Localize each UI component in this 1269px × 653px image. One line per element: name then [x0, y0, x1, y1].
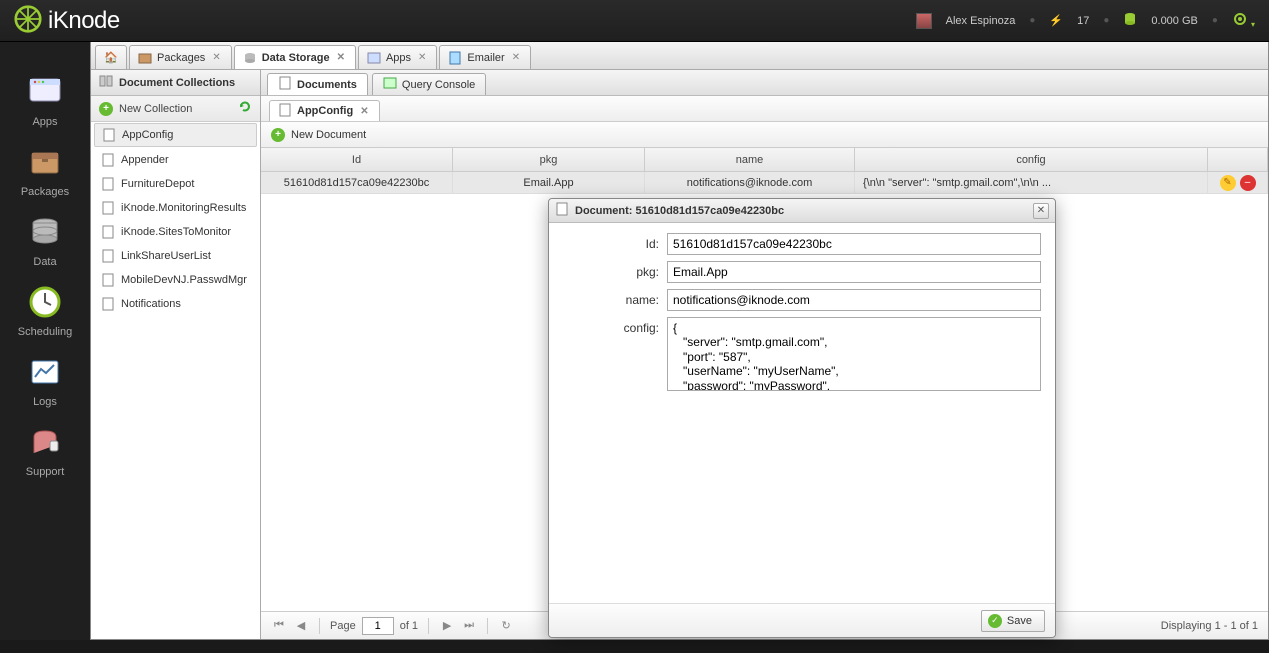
new-document-button[interactable]: New Document: [291, 129, 366, 141]
delete-icon[interactable]: –: [1240, 175, 1256, 191]
close-icon[interactable]: ✕: [1033, 203, 1049, 219]
apps-icon: [367, 51, 381, 65]
pager-refresh-icon[interactable]: ↻: [498, 618, 514, 634]
collections-panel: Document Collections + New Collection Ap…: [91, 70, 261, 639]
refresh-icon[interactable]: [238, 100, 252, 117]
add-icon: +: [271, 128, 285, 142]
avatar[interactable]: [916, 13, 932, 29]
document-editor-window: Document: 51610d81d157ca09e42230bc ✕ Id:…: [548, 198, 1056, 638]
db-icon: [243, 51, 257, 65]
collection-item[interactable]: iKnode.MonitoringResults: [91, 196, 260, 220]
pager-status: Displaying 1 - 1 of 1: [1161, 620, 1258, 632]
pager-last-icon[interactable]: ⏭: [461, 618, 477, 634]
logo[interactable]: iKnode: [14, 5, 120, 36]
footer: [0, 640, 1269, 653]
tab-home[interactable]: 🏠: [95, 45, 127, 69]
tab-close-icon[interactable]: ✕: [358, 106, 370, 117]
storage-icon: [1123, 12, 1137, 29]
rail-logs[interactable]: Logs: [25, 352, 65, 408]
documents-icon: [278, 76, 292, 93]
rail-packages[interactable]: Packages: [21, 142, 69, 198]
new-collection-button[interactable]: New Collection: [119, 103, 192, 115]
home-icon: 🏠: [104, 51, 118, 65]
tab-packages[interactable]: Packages ✕: [129, 45, 232, 69]
storage-amount: 0.000 GB: [1151, 15, 1197, 27]
config-field[interactable]: { "server": "smtp.gmail.com", "port": "5…: [667, 317, 1041, 391]
user-area: Alex Espinoza ● ⚡ 17 ● 0.000 GB ● ▾: [916, 11, 1255, 30]
pager-next-icon[interactable]: ▶: [439, 618, 455, 634]
pager-first-icon[interactable]: ⏮: [271, 618, 287, 634]
col-pkg[interactable]: pkg: [453, 148, 645, 171]
package-icon: [138, 51, 152, 65]
query-icon: [383, 76, 397, 93]
rail-apps[interactable]: Apps: [25, 72, 65, 128]
subtab-documents[interactable]: Documents: [267, 73, 368, 95]
subtabs: Documents Query Console: [261, 70, 1268, 96]
user-name[interactable]: Alex Espinoza: [946, 15, 1016, 27]
label-name: name:: [563, 289, 659, 311]
tab-emailer[interactable]: Emailer ✕: [439, 45, 531, 69]
rail-support[interactable]: Support: [25, 422, 65, 478]
tabstrip: 🏠 Packages ✕ Data Storage ✕ Apps ✕ Email…: [91, 42, 1268, 70]
document-icon: [448, 51, 462, 65]
topbar: iKnode Alex Espinoza ● ⚡ 17 ● 0.000 GB ●…: [0, 0, 1269, 42]
col-name[interactable]: name: [645, 148, 855, 171]
doc-toolbar: + New Document: [261, 122, 1268, 148]
check-icon: ✓: [988, 614, 1002, 628]
window-titlebar[interactable]: Document: 51610d81d157ca09e42230bc ✕: [549, 199, 1055, 223]
label-pkg: pkg:: [563, 261, 659, 283]
doc-tabs: AppConfig ✕: [261, 96, 1268, 122]
collections-header: Document Collections: [91, 70, 260, 96]
page-input[interactable]: [362, 617, 394, 635]
collection-item[interactable]: AppConfig: [94, 123, 257, 147]
settings-gear-icon[interactable]: ▾: [1232, 11, 1255, 30]
edit-icon[interactable]: ✎: [1220, 175, 1236, 191]
doc-tab-appconfig[interactable]: AppConfig ✕: [269, 100, 380, 121]
table-row[interactable]: 51610d81d157ca09e42230bc Email.App notif…: [261, 172, 1268, 194]
bolt-count: 17: [1077, 15, 1089, 27]
collections-icon: [99, 74, 113, 91]
label-config: config:: [563, 317, 659, 391]
collection-item[interactable]: Appender: [91, 148, 260, 172]
collection-item[interactable]: Notifications: [91, 292, 260, 316]
collections-list: AppConfig Appender FurnitureDepot iKnode…: [91, 122, 260, 639]
collection-item[interactable]: iKnode.SitesToMonitor: [91, 220, 260, 244]
tab-close-icon[interactable]: ✕: [210, 52, 222, 63]
name-field[interactable]: [667, 289, 1041, 311]
tab-close-icon[interactable]: ✕: [510, 52, 522, 63]
brand-name: iKnode: [48, 7, 120, 35]
rail-scheduling[interactable]: Scheduling: [18, 282, 72, 338]
tab-close-icon[interactable]: ✕: [335, 52, 347, 63]
tab-apps[interactable]: Apps ✕: [358, 45, 437, 69]
left-rail: Apps Packages Data Scheduling Logs Suppo…: [0, 42, 90, 640]
pkg-field[interactable]: [667, 261, 1041, 283]
collection-item[interactable]: MobileDevNJ.PasswdMgr: [91, 268, 260, 292]
rail-data[interactable]: Data: [25, 212, 65, 268]
document-icon: [278, 103, 292, 120]
document-icon: [555, 202, 569, 219]
collections-toolbar: + New Collection: [91, 96, 260, 122]
pager-prev-icon[interactable]: ◀: [293, 618, 309, 634]
tab-data-storage[interactable]: Data Storage ✕: [234, 45, 356, 69]
bolt-icon: ⚡: [1049, 14, 1063, 27]
collection-item[interactable]: LinkShareUserList: [91, 244, 260, 268]
collection-item[interactable]: FurnitureDepot: [91, 172, 260, 196]
grid-header: Id pkg name config: [261, 148, 1268, 172]
col-actions: [1208, 148, 1268, 171]
subtab-query[interactable]: Query Console: [372, 73, 486, 95]
label-id: Id:: [563, 233, 659, 255]
save-button[interactable]: ✓ Save: [981, 610, 1045, 632]
col-id[interactable]: Id: [261, 148, 453, 171]
logo-icon: [14, 5, 42, 36]
id-field[interactable]: [667, 233, 1041, 255]
add-icon: +: [99, 102, 113, 116]
col-config[interactable]: config: [855, 148, 1208, 171]
tab-close-icon[interactable]: ✕: [416, 52, 428, 63]
